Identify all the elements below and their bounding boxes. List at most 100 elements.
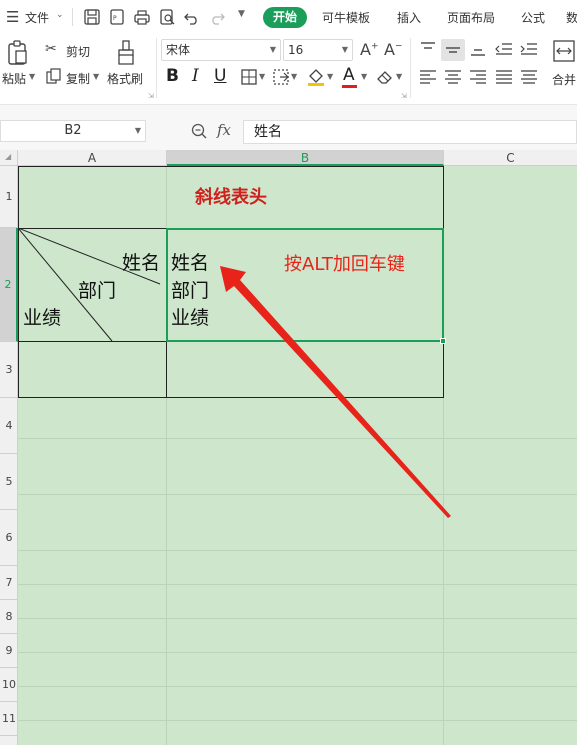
- print-preview-icon[interactable]: [158, 8, 176, 26]
- font-name-select[interactable]: 宋体 ▼: [161, 39, 281, 61]
- chevron-down-icon[interactable]: ▼: [238, 9, 245, 19]
- name-box[interactable]: B2 ▼: [0, 120, 146, 142]
- row-header-8[interactable]: 8: [0, 600, 18, 634]
- decrease-font-icon[interactable]: A−: [384, 40, 403, 59]
- gridline: [18, 550, 577, 551]
- paste-icon[interactable]: [6, 40, 30, 66]
- a2-dept-label: 部门: [78, 280, 117, 302]
- tab-insert[interactable]: 插入: [397, 9, 421, 26]
- column-header-b[interactable]: B: [167, 150, 444, 166]
- a2-name-label: 姓名: [122, 252, 161, 274]
- gridline: [18, 618, 577, 619]
- print-icon[interactable]: [133, 8, 151, 26]
- formula-input[interactable]: 姓名: [243, 120, 577, 144]
- chevron-down-icon[interactable]: ▼: [93, 72, 99, 81]
- column-header-a[interactable]: A: [18, 150, 167, 166]
- align-center-icon[interactable]: [443, 68, 463, 86]
- format-painter-button[interactable]: 格式刷: [107, 70, 143, 87]
- row-header-7[interactable]: 7: [0, 566, 18, 600]
- redo-icon[interactable]: [208, 8, 226, 26]
- undo-icon[interactable]: [183, 8, 201, 26]
- align-middle-icon: [446, 47, 460, 53]
- copy-button[interactable]: 复制: [66, 70, 90, 87]
- merge-cells-icon[interactable]: [552, 38, 576, 64]
- border-style-icon[interactable]: [272, 68, 290, 86]
- align-middle-button[interactable]: [441, 39, 465, 61]
- row-header-2[interactable]: 2: [0, 228, 18, 342]
- menu-bar: ☰ 文件 ⌄ P ▼ 开始 可牛模板 插入 页面布局 公式 数: [0, 0, 577, 34]
- chevron-down-icon[interactable]: ▼: [396, 72, 402, 81]
- tab-start[interactable]: 开始: [263, 7, 307, 28]
- increase-indent-icon[interactable]: [519, 40, 539, 58]
- export-pdf-icon[interactable]: P: [108, 8, 126, 26]
- paste-button[interactable]: 粘贴: [2, 70, 26, 87]
- row-header-3[interactable]: 3: [0, 342, 18, 398]
- select-all-corner[interactable]: ◢: [0, 150, 18, 166]
- tab-page-layout[interactable]: 页面布局: [447, 9, 495, 26]
- row-header-bar: 1 2 3 4 5 6 7 8 9 10 11: [0, 166, 18, 745]
- align-bottom-icon[interactable]: [468, 40, 488, 58]
- chevron-down-icon[interactable]: ▼: [29, 72, 35, 81]
- tab-formulas[interactable]: 公式: [521, 9, 545, 26]
- font-color-swatch: [342, 85, 357, 88]
- chevron-down-icon: ▼: [134, 126, 141, 135]
- dialog-launcher-icon[interactable]: ⇲: [148, 92, 154, 100]
- row-header-9[interactable]: 9: [0, 634, 18, 668]
- underline-button[interactable]: U: [214, 66, 226, 86]
- italic-button[interactable]: I: [192, 66, 199, 86]
- eraser-icon[interactable]: [376, 68, 394, 86]
- gridline: [18, 720, 577, 721]
- tab-data[interactable]: 数: [566, 9, 577, 26]
- dialog-launcher-icon[interactable]: ⇲: [401, 92, 407, 100]
- row-header-5[interactable]: 5: [0, 454, 18, 510]
- align-top-icon[interactable]: [418, 40, 438, 58]
- tab-templates[interactable]: 可牛模板: [322, 9, 370, 26]
- font-name-value: 宋体: [166, 43, 191, 57]
- justify-icon[interactable]: [494, 68, 514, 86]
- column-header-c[interactable]: C: [444, 150, 577, 166]
- chevron-down-icon[interactable]: ▼: [259, 72, 265, 81]
- fx-button[interactable]: fx: [217, 121, 231, 139]
- chevron-down-icon[interactable]: ▼: [291, 72, 297, 81]
- decrease-indent-icon[interactable]: [494, 40, 514, 58]
- scissors-icon[interactable]: ✂: [45, 41, 57, 57]
- spreadsheet-window: ☰ 文件 ⌄ P ▼ 开始 可牛模板 插入 页面布局 公式 数 粘贴 ▼ ✂ 剪…: [0, 0, 577, 745]
- bold-button[interactable]: B: [166, 66, 179, 86]
- file-menu[interactable]: 文件: [25, 9, 49, 26]
- b2-line-3: 业绩: [171, 307, 210, 329]
- chevron-down-icon: ▼: [341, 45, 348, 54]
- font-color-button[interactable]: A: [343, 65, 355, 85]
- row-header-4[interactable]: 4: [0, 398, 18, 454]
- chevron-down-icon[interactable]: ⌄: [56, 10, 64, 20]
- merge-button[interactable]: 合并: [552, 71, 576, 88]
- title-cell[interactable]: 斜线表头: [18, 167, 444, 228]
- gridline: [18, 686, 577, 687]
- ribbon-divider: [156, 38, 157, 98]
- align-left-icon[interactable]: [418, 68, 438, 86]
- row-header-1[interactable]: 1: [0, 166, 18, 228]
- save-icon[interactable]: [83, 8, 101, 26]
- font-size-value: 16: [288, 43, 304, 57]
- name-box-value: B2: [64, 123, 82, 138]
- formula-bar: B2 ▼ fx 姓名: [0, 104, 577, 150]
- row-header-6[interactable]: 6: [0, 510, 18, 566]
- cut-button[interactable]: 剪切: [66, 43, 90, 60]
- zoom-icon[interactable]: [190, 122, 208, 140]
- row-header-10[interactable]: 10: [0, 668, 18, 702]
- row-header-11[interactable]: 11: [0, 702, 18, 736]
- align-right-icon[interactable]: [468, 68, 488, 86]
- fill-color-icon[interactable]: [306, 67, 326, 87]
- copy-icon[interactable]: [46, 68, 62, 84]
- chevron-down-icon[interactable]: ▼: [361, 72, 367, 81]
- increase-font-icon[interactable]: A+: [360, 40, 379, 59]
- annotation-arrow-icon: [220, 266, 451, 518]
- distributed-align-icon[interactable]: [519, 68, 539, 86]
- borders-icon[interactable]: [240, 68, 258, 86]
- chevron-down-icon[interactable]: ▼: [327, 72, 333, 81]
- gridline: [18, 652, 577, 653]
- font-size-select[interactable]: 16 ▼: [283, 39, 353, 61]
- b2-line-1: 姓名: [171, 252, 210, 274]
- menu-icon[interactable]: ☰: [6, 8, 19, 26]
- sheet-grid[interactable]: ◢ A B C 1 2 3 4 5 6 7 8 9 10 11 斜线表头 姓名 …: [0, 150, 577, 745]
- format-painter-icon[interactable]: [116, 40, 136, 66]
